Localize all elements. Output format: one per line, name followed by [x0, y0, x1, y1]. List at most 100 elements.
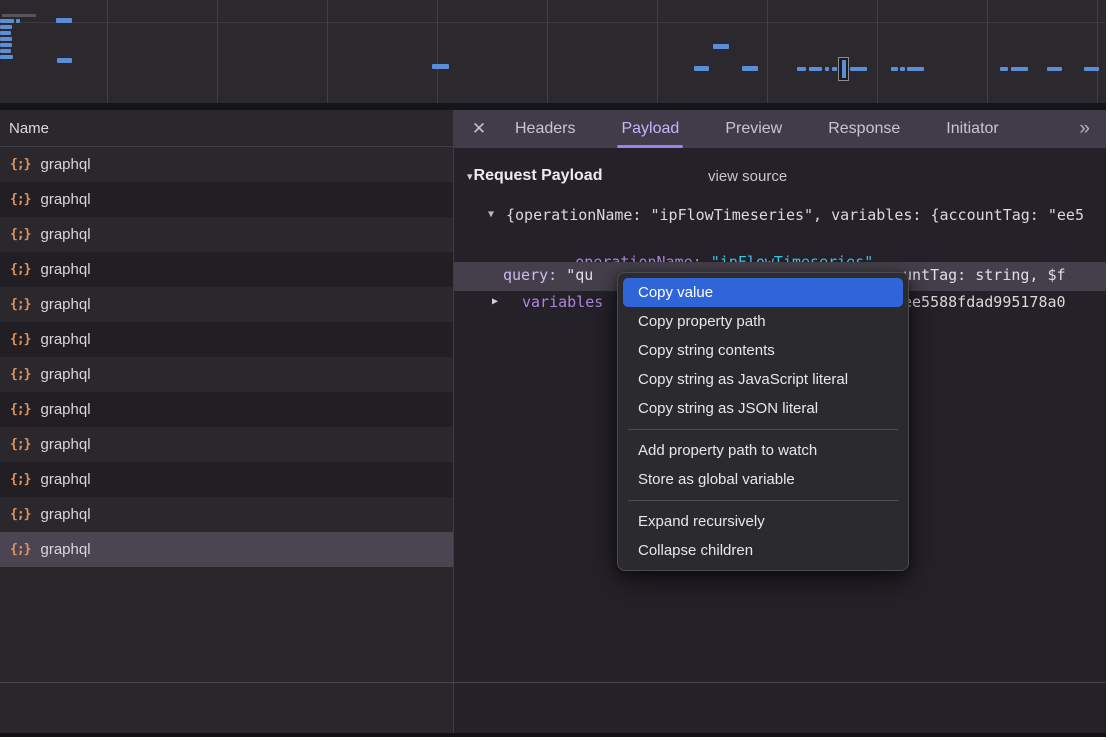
tab-initiator[interactable]: Initiator: [946, 110, 998, 148]
request-row[interactable]: {;} graphql: [0, 392, 453, 427]
payload-root-row[interactable]: ▼ {operationName: "ipFlowTimeseries", va…: [454, 205, 1106, 229]
operation-name-row[interactable]: operationName: "ipFlowTimeseries": [503, 235, 873, 259]
request-rows: {;} graphql {;} graphql {;} graphql {;} graphql…: [0, 147, 453, 567]
request-timing-bar: [16, 19, 20, 23]
request-name: graphql: [40, 261, 90, 278]
json-request-icon: {;}: [10, 402, 30, 417]
request-timing-bar: [797, 67, 806, 71]
request-row[interactable]: {;} graphql: [0, 322, 453, 357]
request-timing-bar: [1000, 67, 1008, 71]
detail-tabbar: ✕ Headers Payload Preview Response Initiator…: [454, 110, 1106, 148]
name-column-header[interactable]: Name: [0, 110, 453, 147]
request-timing-bar: [891, 67, 898, 71]
request-name: graphql: [40, 506, 90, 523]
payload-root-preview: {operationName: "ipFlowTimeseries", vari…: [506, 206, 1084, 224]
close-icon[interactable]: ✕: [467, 119, 491, 139]
request-timing-bar: [850, 67, 867, 71]
request-row[interactable]: {;}graphql: [0, 287, 453, 322]
overview-hover-marker[interactable]: [838, 57, 849, 81]
overview-gridline: [547, 0, 548, 103]
json-request-icon: {;}: [10, 297, 30, 312]
overview-gridline: [767, 0, 768, 103]
request-name: graphql: [40, 401, 90, 418]
detail-tabs: Headers Payload Preview Response Initiator: [515, 110, 999, 148]
context-menu-item-expand-recursively[interactable]: Expand recursively: [618, 507, 908, 536]
request-timing-bar: [0, 31, 11, 35]
overview-gridline: [327, 0, 328, 103]
overview-bottom-gap: [0, 103, 1106, 110]
request-timing-bar: [0, 19, 14, 23]
request-timing-bar: [432, 64, 449, 69]
overview-gridline: [437, 0, 438, 103]
devtools-network-panel: Name {;}graphql{;}graphql{;}graphql{;}gr…: [0, 0, 1106, 737]
overview-gridline: [107, 0, 108, 103]
request-row[interactable]: {;}graphql: [0, 427, 453, 462]
request-timing-bar: [832, 67, 837, 71]
horizontal-separator: [0, 682, 1106, 683]
request-timing-bar: [2, 14, 36, 17]
context-menu-item-copy-string-as-json-literal[interactable]: Copy string as JSON literal: [618, 394, 908, 423]
request-row[interactable]: {;} graphql: [0, 497, 453, 532]
request-timing-bar: [0, 49, 11, 53]
marker-timing-bar: [842, 60, 846, 78]
json-request-icon: {;}: [10, 262, 30, 277]
property-key: query:: [503, 266, 557, 284]
screenshot-stage: Name {;}graphql{;}graphql{;}graphql{;}gr…: [0, 0, 1110, 740]
context-menu-item-add-property-path-to-watch[interactable]: Add property path to watch: [618, 436, 908, 465]
overview-gridline: [1097, 0, 1098, 103]
request-name: graphql: [40, 191, 90, 208]
context-menu-item-copy-property-path[interactable]: Copy property path: [618, 307, 908, 336]
request-timing-bar: [0, 43, 12, 47]
tab-preview[interactable]: Preview: [725, 110, 782, 148]
request-row[interactable]: {;} graphql: [0, 252, 453, 287]
more-tabs-icon[interactable]: »: [1079, 118, 1088, 140]
request-name: graphql: [40, 331, 90, 348]
tab-headers[interactable]: Headers: [515, 110, 575, 148]
json-request-icon: {;}: [10, 367, 30, 382]
name-column-label: Name: [9, 120, 49, 137]
context-menu-item-copy-string-as-javascript-literal[interactable]: Copy string as JavaScript literal: [618, 365, 908, 394]
request-timing-bar: [0, 25, 12, 29]
request-row[interactable]: {;}graphql: [0, 147, 453, 182]
section-collapse-icon: ▾: [467, 170, 473, 183]
request-row[interactable]: {;} graphql: [0, 462, 453, 497]
overview-gridline: [877, 0, 878, 103]
context-menu-item-collapse-children[interactable]: Collapse children: [618, 536, 908, 565]
json-request-icon: {;}: [10, 332, 30, 347]
context-menu-item-copy-string-contents[interactable]: Copy string contents: [618, 336, 908, 365]
section-title: Request Payload: [474, 167, 603, 185]
json-request-icon: {;}: [10, 157, 30, 172]
request-timing-bar: [907, 67, 924, 71]
expanded-arrow-icon[interactable]: ▼: [488, 209, 494, 220]
view-source-link[interactable]: view source: [708, 168, 787, 185]
request-payload-section[interactable]: ▾ Request Payload: [467, 167, 602, 185]
request-timing-bar: [56, 18, 72, 23]
tab-response[interactable]: Response: [828, 110, 900, 148]
json-request-icon: {;}: [10, 507, 30, 522]
request-row[interactable]: {;} graphql: [0, 182, 453, 217]
request-timing-bar: [0, 37, 12, 41]
context-menu-item-store-as-global-variable[interactable]: Store as global variable: [618, 465, 908, 494]
request-timing-bar: [0, 55, 13, 59]
request-name: graphql: [40, 471, 90, 488]
menu-separator: [628, 500, 898, 501]
request-row[interactable]: {;} graphql: [0, 357, 453, 392]
request-timing-bar: [1047, 67, 1062, 71]
request-row[interactable]: {;}graphql: [0, 532, 453, 567]
request-timing-bar: [713, 44, 729, 49]
request-row[interactable]: {;}graphql: [0, 217, 453, 252]
json-request-icon: {;}: [10, 472, 30, 487]
json-request-icon: {;}: [10, 437, 30, 452]
json-request-icon: {;}: [10, 192, 30, 207]
collapsed-arrow-icon[interactable]: ▶: [492, 296, 498, 307]
request-timing-bar: [900, 67, 905, 71]
overview-gridline: [217, 0, 218, 103]
request-name: graphql: [40, 366, 90, 383]
overview-baseline: [0, 22, 1106, 23]
menu-separator: [628, 429, 898, 430]
json-request-icon: {;}: [10, 227, 30, 242]
tab-payload[interactable]: Payload: [621, 110, 679, 148]
property-value-continued: untTag: string, $f: [903, 266, 1066, 284]
context-menu-item-copy-value[interactable]: Copy value: [623, 278, 903, 307]
network-overview[interactable]: [0, 0, 1106, 103]
